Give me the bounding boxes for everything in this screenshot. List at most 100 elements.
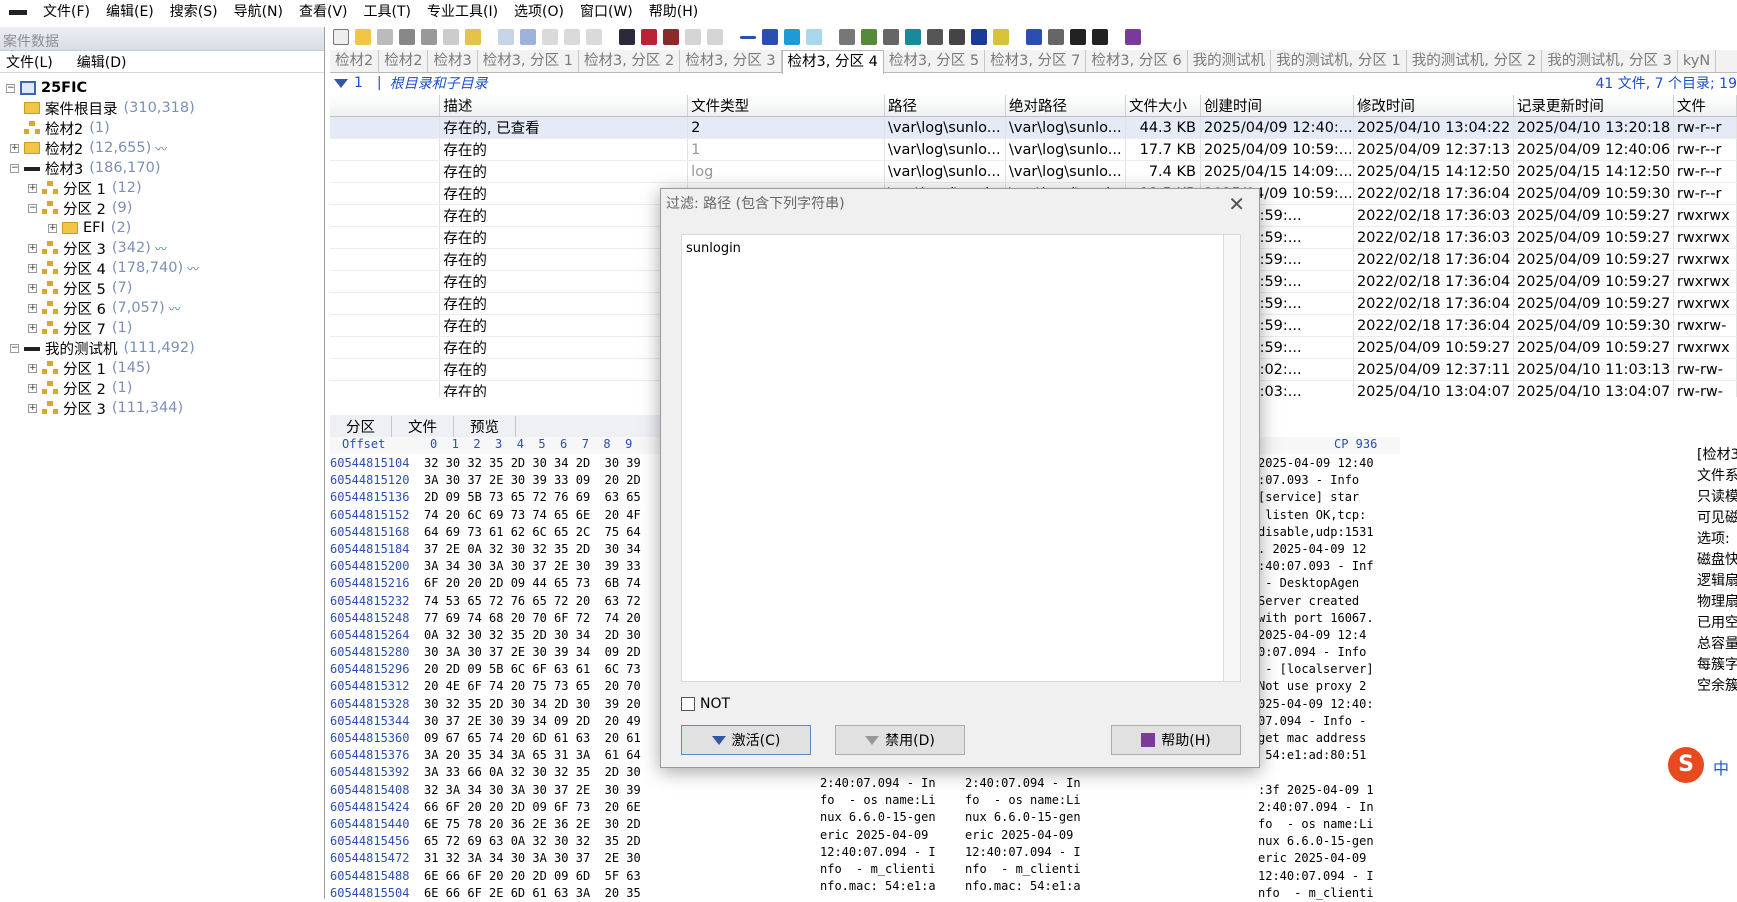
tab-tm-p3[interactable]: 我的测试机, 分区 3	[1542, 50, 1678, 72]
table-row[interactable]: 存在的, 已查看 2 \var\log\sunlo... \var\log\sunlo…	[330, 116, 1737, 139]
tab-e3-p7[interactable]: 检材3, 分区 7	[985, 50, 1087, 72]
case-book-icon[interactable]	[1125, 29, 1141, 45]
goto-sector-icon[interactable]	[762, 29, 778, 45]
tree-node-testmachine[interactable]: − 我的测试机 (111,492)	[10, 337, 195, 359]
tree-node-efi[interactable]: + EFI (2)	[48, 217, 131, 239]
tree-node-e3-p4[interactable]: + 分区 4 (178,740) 〰	[28, 257, 199, 279]
next-icon[interactable]	[1092, 29, 1108, 45]
filter-scrollbar[interactable]	[1223, 234, 1241, 682]
new-icon[interactable]	[333, 29, 349, 45]
tab-e3-p1[interactable]: 检材3, 分区 1	[478, 50, 579, 72]
menu-view[interactable]: 查看(V)	[293, 0, 358, 24]
col-modified[interactable]: 修改时间	[1353, 95, 1514, 117]
menu-window[interactable]: 窗口(W)	[574, 0, 643, 24]
binoculars-icon[interactable]	[619, 29, 635, 45]
menu-navigate[interactable]: 导航(N)	[228, 0, 293, 24]
col-created[interactable]: 创建时间	[1200, 95, 1354, 117]
tab-testmachine[interactable]: 我的测试机	[1188, 50, 1272, 72]
grid-view-icon[interactable]	[1026, 29, 1042, 45]
table-row[interactable]: 存在的 1 \var\log\sunlo... \var\log\sunlo... 17…	[330, 138, 1737, 161]
not-checkbox[interactable]	[681, 697, 695, 711]
col-description[interactable]: 描述	[439, 95, 689, 117]
tree-node-tm-p1[interactable]: + 分区 1 (145)	[28, 357, 151, 379]
chart-icon[interactable]	[971, 29, 987, 45]
tab-e3-p3[interactable]: 检材3, 分区 3	[680, 50, 782, 72]
tree-node-e3-p7[interactable]: + 分区 7 (1)	[28, 317, 132, 339]
tree-node-e3-p5[interactable]: + 分区 5 (7)	[28, 277, 132, 299]
paste-special-icon[interactable]	[564, 29, 580, 45]
find-text-icon[interactable]	[641, 29, 657, 45]
export-icon[interactable]	[465, 29, 481, 45]
tab-file[interactable]: 文件	[392, 415, 454, 437]
find-hex-icon[interactable]	[663, 29, 679, 45]
undo-icon[interactable]	[498, 29, 514, 45]
forward-icon[interactable]	[806, 29, 822, 45]
not-option[interactable]: NOT	[681, 696, 730, 712]
filter-text-area[interactable]: sunlogin	[681, 234, 1225, 682]
col-record-changed[interactable]: 记录更新时间	[1513, 95, 1674, 117]
tab-tm-p2[interactable]: 我的测试机, 分区 2	[1407, 50, 1543, 72]
tab-overflow[interactable]: kyN	[1678, 50, 1717, 72]
tree-node-tm-p2[interactable]: + 分区 2 (1)	[28, 377, 132, 399]
ime-mode-indicator[interactable]: 中	[1713, 755, 1729, 779]
tree-node-evidence2a[interactable]: 检材2 (1)	[24, 117, 110, 139]
tab-partition[interactable]: 分区	[330, 415, 392, 437]
print-icon[interactable]	[399, 29, 415, 45]
case-menu-edit[interactable]: 编辑(D)	[71, 52, 131, 72]
tree-node-root[interactable]: 案件根目录 (310,318)	[24, 97, 195, 119]
search-icon[interactable]	[927, 29, 943, 45]
col-file-type[interactable]: 文件类型	[687, 95, 885, 117]
properties-icon[interactable]	[421, 29, 437, 45]
ram-icon[interactable]	[883, 29, 899, 45]
ime-logo-icon[interactable]: S	[1668, 747, 1704, 783]
save-icon[interactable]	[377, 29, 393, 45]
tree-node-e3-p6[interactable]: + 分区 6 (7,057) 〰	[28, 297, 181, 319]
menu-search[interactable]: 搜索(S)	[164, 0, 228, 24]
help-button[interactable]: 帮助(H)	[1111, 725, 1241, 755]
tab-e3-p5[interactable]: 检材3, 分区 5	[884, 50, 986, 72]
paste-icon[interactable]	[542, 29, 558, 45]
tree-node-evidence3[interactable]: − 检材3 (186,170)	[10, 157, 161, 179]
clipboard-icon[interactable]	[443, 29, 459, 45]
settings-icon[interactable]	[993, 29, 1009, 45]
menu-edit[interactable]: 编辑(E)	[100, 0, 164, 24]
tree-node-tm-p3[interactable]: + 分区 3 (111,344)	[28, 397, 183, 419]
disk-image-icon[interactable]	[861, 29, 877, 45]
replace-hex-icon[interactable]	[707, 29, 723, 45]
back-icon[interactable]	[784, 29, 800, 45]
replace-icon[interactable]	[685, 29, 701, 45]
col-abs-path[interactable]: 绝对路径	[1005, 95, 1126, 117]
shield-icon[interactable]	[949, 29, 965, 45]
tree-node-e3-p1[interactable]: + 分区 1 (12)	[28, 177, 142, 199]
tab-e3-p6[interactable]: 检材3, 分区 6	[1086, 50, 1188, 72]
hex-text-column-3[interactable]: 2025-04-09 12:40:07.093 - Info [service] …	[1258, 455, 1398, 902]
tab-evidence3[interactable]: 检材3	[428, 50, 478, 72]
tree-node-case[interactable]: −25FIC	[6, 77, 87, 99]
prev-icon[interactable]	[1070, 29, 1086, 45]
close-icon[interactable]: ✕	[1228, 189, 1245, 219]
disable-button[interactable]: 禁用(D)	[835, 725, 965, 755]
hex-bytes[interactable]: 32 30 32 35 2D 30 34 2D 30 39 3A 30 37 2E…	[424, 455, 664, 902]
menu-tools[interactable]: 工具(T)	[358, 0, 421, 24]
menu-file[interactable]: 文件(F)	[37, 0, 100, 24]
list-view-icon[interactable]	[1048, 29, 1064, 45]
tab-e3-p4[interactable]: 检材3, 分区 4	[781, 50, 884, 74]
menu-options[interactable]: 选项(O)	[508, 0, 574, 24]
tab-tm-p1[interactable]: 我的测试机, 分区 1	[1271, 50, 1407, 72]
disk-open-icon[interactable]	[839, 29, 855, 45]
open-folder-icon[interactable]	[355, 29, 371, 45]
goto-offset-icon[interactable]	[740, 35, 756, 39]
filter-scope[interactable]: 根目录和子目录	[390, 73, 488, 93]
menu-pro-tools[interactable]: 专业工具(I)	[421, 0, 508, 24]
copy-icon[interactable]	[520, 29, 536, 45]
tab-evidence2-a[interactable]: 检材2	[330, 50, 380, 72]
table-row[interactable]: 存在的 log \var\log\sunlo... \var\log\sunlo...…	[330, 160, 1737, 183]
case-menu-file[interactable]: 文件(L)	[0, 52, 57, 72]
menu-help[interactable]: 帮助(H)	[643, 0, 708, 24]
tab-preview[interactable]: 预览	[454, 415, 516, 437]
tab-e3-p2[interactable]: 检材3, 分区 2	[579, 50, 681, 72]
tab-evidence2-b[interactable]: 检材2	[379, 50, 429, 72]
tree-node-e3-p3[interactable]: + 分区 3 (342) 〰	[28, 237, 167, 259]
col-path[interactable]: 路径	[884, 95, 1006, 117]
col-file-size[interactable]: 文件大小	[1125, 95, 1201, 117]
